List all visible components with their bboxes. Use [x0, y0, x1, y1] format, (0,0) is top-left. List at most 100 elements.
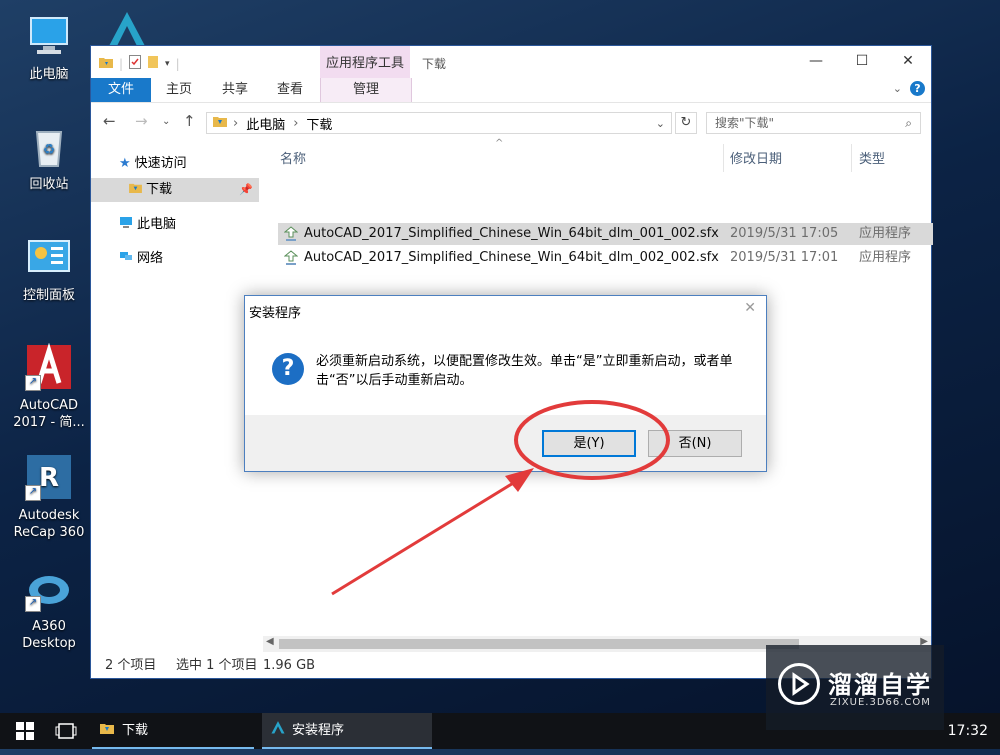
desktop-icon-label: 控制面板 [22, 288, 75, 303]
window-title: 下载 [422, 57, 447, 71]
new-folder-icon[interactable] [147, 55, 159, 72]
taskbar-clock[interactable]: 17:32 [948, 713, 988, 749]
desktop-icon-control-panel[interactable]: 控制面板 [7, 233, 91, 304]
autocad-icon: ↗ [25, 342, 73, 391]
tab-file[interactable]: 文件 [91, 78, 151, 102]
download-folder-icon [100, 713, 114, 749]
setup-restart-dialog: 安装程序 ✕ ? 必须重新启动系统，以便配置修改生效。单击“是”立即重新启动，或… [244, 295, 767, 472]
dialog-close-icon[interactable]: ✕ [744, 300, 756, 316]
title-bar: | ▾ | 应用程序工具 下载 — ☐ ✕ [91, 46, 931, 78]
yes-button[interactable]: 是(Y) [542, 430, 636, 457]
sort-ascending-icon: ^ [495, 138, 504, 149]
pin-icon[interactable]: 📌 [239, 178, 253, 202]
network-icon [119, 251, 133, 266]
watermark-url: ZIXUE.3D66.COM [830, 697, 931, 708]
recap-icon: R ↗ [25, 453, 73, 501]
desktop-icon-this-pc[interactable]: 此电脑 [7, 12, 91, 83]
start-button[interactable] [16, 713, 34, 749]
file-type: 应用程序 [859, 226, 912, 241]
file-date: 2019/5/31 17:05 [730, 226, 839, 241]
task-view-button[interactable] [55, 713, 77, 749]
minimize-button[interactable]: — [793, 46, 839, 76]
breadcrumb-downloads[interactable]: 下载 [306, 114, 332, 133]
no-button[interactable]: 否(N) [648, 430, 742, 457]
recycle-bin-icon: ♻ [25, 122, 73, 170]
nav-item-label: 快速访问 [134, 156, 187, 171]
window-controls: — ☐ ✕ [793, 46, 931, 76]
column-separator[interactable] [723, 144, 724, 172]
address-row: ← → ⌄ ↑ › 此电脑 › 下载 ⌄ ↻ 搜索"下载" ⌕ [91, 108, 931, 136]
task-view-icon [55, 723, 77, 739]
nav-item-label: 下载 [146, 182, 173, 197]
properties-icon[interactable] [129, 55, 142, 72]
desktop-icon-a360[interactable]: ↗ A360 Desktop [7, 564, 91, 652]
maximize-button[interactable]: ☐ [839, 46, 885, 76]
nav-item-quick-access[interactable]: ★ 快速访问 [91, 152, 259, 176]
scroll-left-arrow-icon[interactable]: ◀ [266, 636, 274, 647]
scrollbar-thumb[interactable] [279, 639, 799, 649]
back-arrow-icon[interactable]: ← [103, 112, 116, 130]
ribbon-right-controls: ⌄ ? [893, 81, 925, 96]
search-icon: ⌕ [905, 116, 912, 130]
file-date: 2019/5/31 17:01 [730, 250, 839, 265]
file-name: AutoCAD_2017_Simplified_Chinese_Win_64bi… [304, 226, 719, 241]
up-arrow-icon[interactable]: ↑ [183, 112, 196, 130]
table-row[interactable]: AutoCAD_2017_Simplified_Chinese_Win_64bi… [278, 247, 933, 269]
status-size: 1.96 GB [263, 658, 316, 673]
nav-item-network[interactable]: 网络 [91, 247, 259, 271]
context-tab-app-tools: 应用程序工具 [320, 46, 410, 78]
nav-item-label: 此电脑 [137, 217, 177, 232]
forward-arrow-icon[interactable]: → [135, 112, 148, 130]
file-type: 应用程序 [859, 250, 912, 265]
shortcut-arrow-icon: ↗ [25, 375, 41, 391]
shortcut-arrow-icon: ↗ [25, 596, 41, 612]
column-header-name[interactable]: 名称 [280, 148, 306, 167]
download-folder-icon [213, 115, 227, 131]
svg-text:♻: ♻ [43, 142, 56, 158]
breadcrumb-this-pc[interactable]: 此电脑 [246, 114, 285, 133]
folder-icon[interactable] [99, 56, 113, 71]
table-row[interactable]: AutoCAD_2017_Simplified_Chinese_Win_64bi… [278, 223, 933, 245]
taskbar-item-setup[interactable]: 安装程序 [262, 713, 432, 749]
question-icon: ? [272, 353, 304, 385]
expand-ribbon-icon[interactable]: ⌄ [893, 82, 902, 95]
desktop-icon-autocad[interactable]: ↗ AutoCAD 2017 - 简... [7, 342, 91, 431]
tab-view[interactable]: 查看 [272, 78, 308, 102]
address-bar[interactable]: › 此电脑 › 下载 ⌄ [206, 112, 672, 134]
a360-icon: ↗ [25, 564, 73, 612]
navigation-pane: ★ 快速访问 下载 📌 此电脑 网络 [91, 138, 261, 654]
search-input[interactable]: 搜索"下载" ⌕ [706, 112, 921, 134]
tab-manage[interactable]: 管理 [320, 78, 412, 102]
tab-home[interactable]: 主页 [161, 78, 197, 102]
column-separator[interactable] [851, 144, 852, 172]
taskbar-item-downloads[interactable]: 下载 [92, 713, 254, 749]
control-panel-icon [25, 233, 73, 281]
computer-icon [25, 12, 73, 60]
download-folder-icon [129, 182, 142, 197]
desktop-icon-recycle-bin[interactable]: ♻ 回收站 [7, 122, 91, 193]
desktop-icon-recap[interactable]: R ↗ Autodesk ReCap 360 [7, 453, 91, 541]
search-placeholder: 搜索"下载" [715, 116, 775, 130]
column-header-type[interactable]: 类型 [859, 148, 885, 167]
status-selected: 选中 1 个项目 [176, 658, 258, 673]
shortcut-arrow-icon: ↗ [25, 485, 41, 501]
breadcrumb-separator-icon: › [293, 115, 299, 131]
close-button[interactable]: ✕ [885, 46, 931, 76]
customize-toolbar-icon[interactable]: ▾ [165, 59, 170, 69]
desktop-icon-label: AutoCAD 2017 - 简... [13, 398, 85, 430]
address-dropdown-chevron-icon[interactable]: ⌄ [656, 117, 665, 130]
column-header-date[interactable]: 修改日期 [730, 148, 782, 167]
status-item-count: 2 个项目 [105, 658, 157, 673]
help-icon[interactable]: ? [910, 81, 925, 96]
nav-item-this-pc[interactable]: 此电脑 [91, 213, 259, 237]
nav-item-downloads[interactable]: 下载 📌 [91, 178, 259, 202]
refresh-button[interactable]: ↻ [675, 112, 697, 134]
computer-icon [119, 217, 133, 232]
recent-locations-chevron-icon[interactable]: ⌄ [162, 116, 170, 127]
sfx-file-icon [283, 250, 299, 274]
windows-logo-icon [16, 722, 34, 740]
svg-text:R: R [39, 463, 59, 493]
tab-share[interactable]: 共享 [217, 78, 253, 102]
watermark-title: 溜溜自学 [828, 671, 932, 699]
breadcrumb-separator-icon: › [233, 115, 239, 131]
